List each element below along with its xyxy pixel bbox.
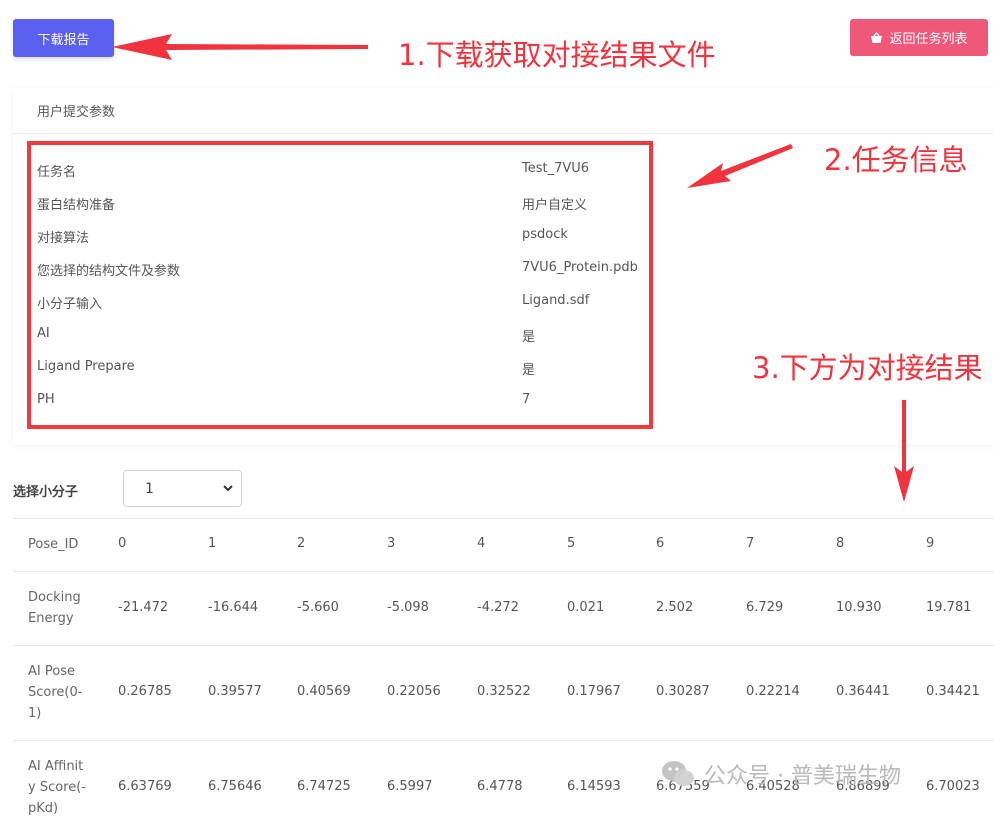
table-cell: 2.502 <box>656 600 694 615</box>
chevron-down-icon <box>223 485 233 492</box>
table-cell: 5 <box>567 536 576 551</box>
task-info-highlight-box <box>27 141 653 429</box>
table-cell: 6.74725 <box>297 779 351 794</box>
table-cell: 6 <box>656 536 665 551</box>
row-header: AI Pose Score(0-1) <box>28 664 83 721</box>
table-cell: 0.17967 <box>567 684 621 699</box>
row-header: AI Affinity Score(-pKd) <box>28 759 86 816</box>
table-cell: 0.39577 <box>208 684 262 699</box>
table-cell: 6.729 <box>746 600 784 615</box>
table-row: AI Pose Score(0-1) 0.26785 0.39577 0.405… <box>13 645 994 740</box>
table-cell: 6.75646 <box>208 779 262 794</box>
table-cell: -21.472 <box>118 600 169 615</box>
table-cell: 0.32522 <box>477 684 531 699</box>
table-cell: 1 <box>208 536 217 551</box>
table-cell: 6.14593 <box>567 779 621 794</box>
table-cell: 8 <box>836 536 845 551</box>
table-cell: 2 <box>297 536 306 551</box>
ligand-select-label: 选择小分子 <box>13 485 79 500</box>
annotation-arrow-2 <box>687 144 793 188</box>
row-header: Pose_ID <box>28 537 79 552</box>
annotation-label-1: 1.下载获取对接结果文件 <box>398 38 716 72</box>
annotation-label-3: 3.下方为对接结果 <box>752 351 983 385</box>
watermark-text: 公众号 · 普美瑞生物 <box>704 764 901 789</box>
watermark: 公众号 · 普美瑞生物 <box>660 758 901 790</box>
table-cell: 0.021 <box>567 600 605 615</box>
table-cell: 0.26785 <box>118 684 172 699</box>
table-cell: 0.34421 <box>926 684 980 699</box>
ligand-select-value: 1 <box>145 481 154 497</box>
table-cell: 0.22056 <box>387 684 441 699</box>
table-cell: -5.098 <box>387 600 429 615</box>
table-cell: -16.644 <box>208 600 259 615</box>
table-cell: 3 <box>387 536 396 551</box>
panel-title: 用户提交参数 <box>37 105 116 120</box>
table-cell: 9 <box>926 536 935 551</box>
table-cell: 0.36441 <box>836 684 890 699</box>
table-cell: 6.5997 <box>387 779 433 794</box>
table-cell: 6.4778 <box>477 779 523 794</box>
table-cell: 10.930 <box>836 600 882 615</box>
table-cell: 0.22214 <box>746 684 800 699</box>
annotation-arrow-1 <box>112 34 368 60</box>
table-cell: 0.40569 <box>297 684 351 699</box>
table-row: Pose_ID 0 1 2 3 4 5 6 7 8 9 <box>13 518 994 571</box>
download-report-button[interactable]: 下载报告 <box>13 19 114 57</box>
table-cell: 7 <box>746 536 755 551</box>
ligand-select[interactable]: 1 <box>123 470 242 507</box>
row-header: Docking Energy <box>28 590 81 626</box>
back-to-task-list-button[interactable]: 返回任务列表 <box>850 19 988 56</box>
table-cell: -4.272 <box>477 600 519 615</box>
table-row: Docking Energy -21.472 -16.644 -5.660 -5… <box>13 571 994 645</box>
basket-icon <box>871 31 883 43</box>
annotation-label-2: 2.任务信息 <box>824 143 968 177</box>
table-cell: -5.660 <box>297 600 339 615</box>
table-cell: 4 <box>477 536 486 551</box>
table-cell: 6.63769 <box>118 779 172 794</box>
annotation-arrow-3 <box>894 400 914 502</box>
table-cell: 19.781 <box>926 600 972 615</box>
table-cell: 0.30287 <box>656 684 710 699</box>
table-cell: 0 <box>118 536 127 551</box>
wechat-icon <box>662 761 694 786</box>
table-cell: 6.70023 <box>926 779 980 794</box>
back-to-task-list-label: 返回任务列表 <box>889 32 968 47</box>
panel-header: 用户提交参数 <box>13 88 994 134</box>
